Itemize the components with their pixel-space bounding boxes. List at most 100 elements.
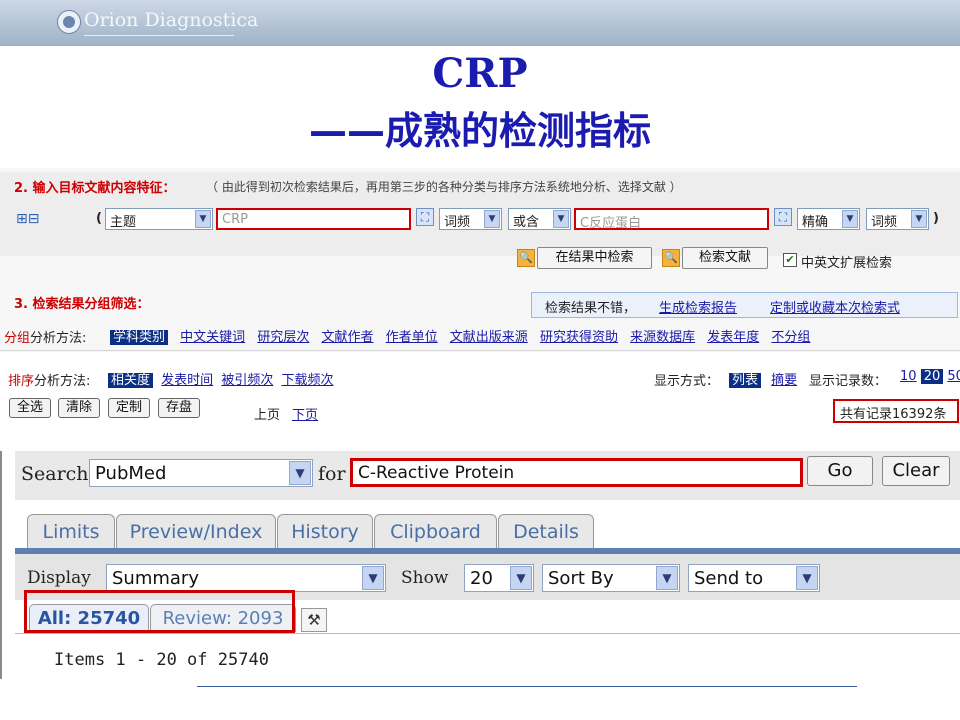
group-option[interactable]: 中文关键词	[180, 330, 245, 345]
sort-option[interactable]: 发表时间	[161, 373, 213, 388]
search-icon[interactable]: 🔍	[517, 249, 535, 267]
display-mode-options: 列表 摘要	[729, 369, 797, 388]
show-label: Show	[401, 568, 449, 588]
customize-button[interactable]: 定制	[108, 398, 150, 418]
page-title: CRP	[432, 50, 528, 97]
chevron-down-icon: ▼	[510, 566, 532, 590]
chevron-down-icon: ▼	[842, 210, 858, 228]
ext-search-checkbox[interactable]: ✔	[783, 253, 797, 267]
group-option[interactable]: 不分组	[771, 330, 810, 345]
search-icon[interactable]: 🔍	[662, 249, 680, 267]
report-link[interactable]: 生成检索报告	[659, 297, 737, 316]
search-docs-button[interactable]: 检索文献	[682, 247, 768, 269]
show-select[interactable]: 20 ▼	[464, 564, 534, 592]
expand-collapse-icon[interactable]: ⊞⊟	[16, 211, 39, 227]
logic-select[interactable]: 或含 ▼	[508, 208, 571, 230]
sort-option[interactable]: 被引频次	[221, 373, 273, 388]
freq-select-2[interactable]: 词频 ▼	[866, 208, 929, 230]
paren-open: (	[96, 211, 102, 226]
sort-option-selected[interactable]: 相关度	[108, 373, 154, 388]
page-subtitle: ——成熟的检测指标	[308, 109, 651, 153]
records-option[interactable]: 10	[900, 369, 917, 384]
sort-label: 排序分析方法:	[8, 374, 91, 389]
for-label: for	[318, 463, 346, 485]
tab-history[interactable]: History	[277, 514, 373, 548]
chevron-down-icon: ▼	[911, 210, 927, 228]
group-option[interactable]: 研究层次	[257, 330, 309, 345]
group-label: 分组分析方法:	[4, 331, 87, 346]
ext-search-label: 中英文扩展检索	[801, 256, 893, 271]
chevron-down-icon: ▼	[796, 566, 818, 590]
group-option[interactable]: 文献出版来源	[450, 330, 528, 345]
records-option-selected[interactable]: 20	[920, 369, 944, 384]
chevron-down-icon: ▼	[195, 210, 211, 228]
brand-logo-icon	[57, 10, 81, 34]
chevron-down-icon: ▼	[484, 210, 500, 228]
go-button[interactable]: Go	[807, 456, 873, 486]
freq-select-1-value: 词频	[444, 215, 471, 230]
group-option-selected[interactable]: 学科类别	[110, 330, 169, 345]
report-prefix: 检索结果不错，	[545, 301, 637, 316]
tab-preview-index[interactable]: Preview/Index	[116, 514, 276, 548]
brand-name: Orion Diagnostica	[84, 9, 259, 31]
group-option[interactable]: 文献作者	[321, 330, 373, 345]
cnki-step2-hint: （ 由此得到初次检索结果后，再用第三步的各种分类与排序方法系统地分析、选择文献 …	[206, 180, 682, 194]
group-options: 学科类别 中文关键词 研究层次 文献作者 作者单位 文献出版来源 研究获得资助 …	[110, 326, 810, 345]
match-select[interactable]: 精确 ▼	[797, 208, 860, 230]
sort-select[interactable]: Sort By ▼	[542, 564, 680, 592]
sort-option[interactable]: 下载频次	[281, 373, 333, 388]
pubmed-left-border	[0, 451, 2, 679]
cnki-step2-label: 2. 输入目标文献内容特征：	[14, 181, 176, 196]
send-to-select[interactable]: Send to ▼	[688, 564, 820, 592]
display-select[interactable]: Summary ▼	[106, 564, 386, 592]
clear-button[interactable]: 清除	[58, 398, 100, 418]
field-value-input[interactable]: CRP	[216, 208, 411, 230]
chevron-down-icon: ▼	[656, 566, 678, 590]
display-list-option[interactable]: 列表	[729, 373, 762, 388]
display-label: Display	[27, 568, 91, 588]
freq-select-2-value: 词频	[871, 215, 898, 230]
records-option[interactable]: 50	[947, 369, 960, 384]
search-in-results-button[interactable]: 在结果中检索	[537, 247, 652, 269]
db-select[interactable]: PubMed ▼	[89, 459, 313, 487]
tab-clipboard[interactable]: Clipboard	[374, 514, 497, 548]
next-page-link[interactable]: 下页	[292, 404, 318, 423]
search-label: Search	[21, 463, 89, 485]
display-mode-label: 显示方式：	[654, 374, 720, 389]
select-all-button[interactable]: 全选	[9, 398, 51, 418]
group-option[interactable]: 作者单位	[386, 330, 438, 345]
display-abstract-option[interactable]: 摘要	[771, 373, 797, 388]
freq-select-1[interactable]: 词频 ▼	[439, 208, 502, 230]
total-records: 共有记录16392条	[833, 399, 959, 423]
group-option[interactable]: 发表年度	[707, 330, 759, 345]
field-select-value: 主题	[110, 215, 137, 230]
prev-page: 上页	[254, 408, 281, 423]
save-button[interactable]: 存盘	[158, 398, 200, 418]
footer-rule	[197, 686, 857, 687]
save-search-link[interactable]: 定制或收藏本次检索式	[770, 297, 900, 316]
match-select-value: 精确	[802, 215, 829, 230]
send-to-select-value: Send to	[694, 568, 764, 589]
brand-rule	[84, 35, 234, 36]
tools-icon[interactable]: ⚒	[301, 608, 327, 632]
term-expand-icon[interactable]: ⛶	[416, 208, 434, 226]
clear-button[interactable]: Clear	[882, 456, 950, 486]
field-select[interactable]: 主题 ▼	[105, 208, 213, 230]
display-select-value: Summary	[112, 568, 199, 589]
term-expand-icon-2[interactable]: ⛶	[774, 208, 792, 226]
chevron-down-icon: ▼	[553, 210, 569, 228]
field-value-input-2[interactable]: C反应蛋白	[574, 208, 769, 231]
records-label: 显示记录数：	[809, 374, 888, 389]
subtab-rule	[15, 633, 960, 634]
subtab-highlight-box	[24, 590, 295, 633]
tab-details[interactable]: Details	[498, 514, 594, 548]
show-select-value: 20	[470, 568, 493, 589]
sort-select-value: Sort By	[548, 568, 614, 589]
tab-limits[interactable]: Limits	[27, 514, 115, 548]
chevron-down-icon: ▼	[362, 566, 384, 590]
sort-options: 相关度 发表时间 被引频次 下载频次	[108, 369, 333, 388]
chevron-down-icon: ▼	[289, 461, 311, 485]
search-input[interactable]: C-Reactive Protein	[350, 458, 803, 487]
group-option[interactable]: 来源数据库	[630, 330, 695, 345]
group-option[interactable]: 研究获得资助	[540, 330, 618, 345]
